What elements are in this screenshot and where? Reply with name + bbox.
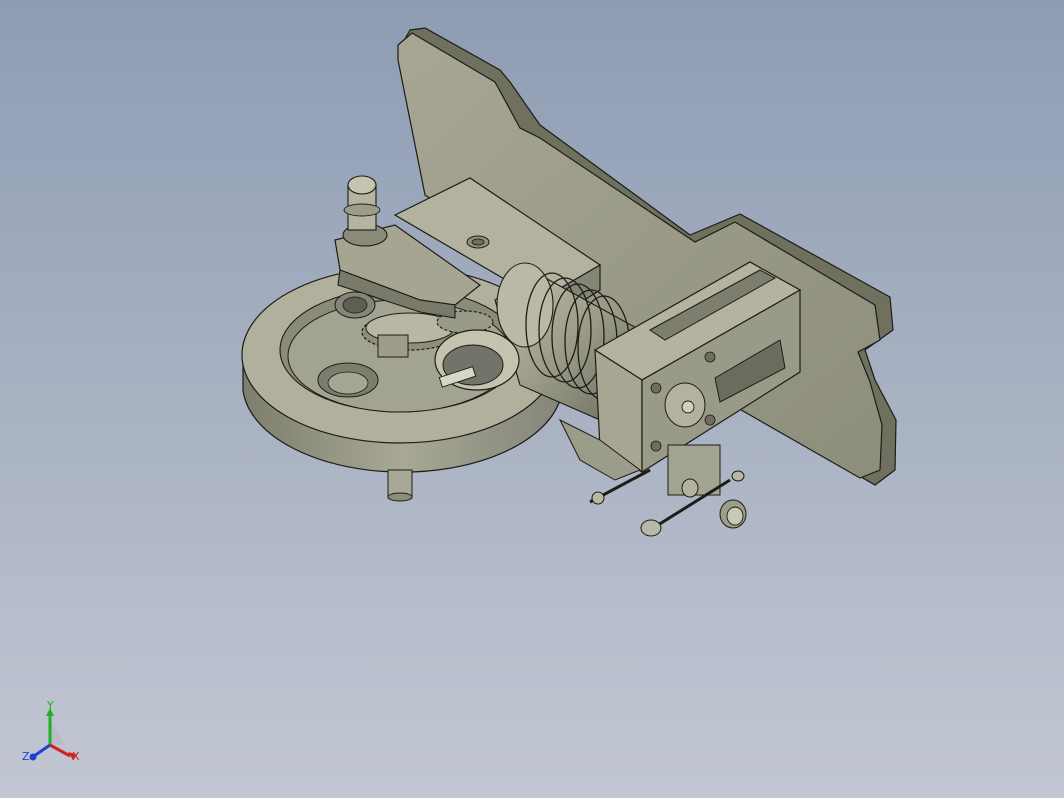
graphics-viewport[interactable]: Y X Z (0, 0, 1064, 798)
z-axis-line (33, 743, 51, 758)
z-axis-tip (29, 753, 37, 761)
cad-model[interactable] (0, 0, 1064, 798)
z-axis-label: Z (22, 750, 30, 763)
y-axis-label: Y (46, 700, 54, 712)
x-axis-line (49, 743, 71, 758)
x-axis-label: X (72, 750, 80, 763)
coordinate-triad[interactable]: Y X Z (20, 700, 90, 770)
